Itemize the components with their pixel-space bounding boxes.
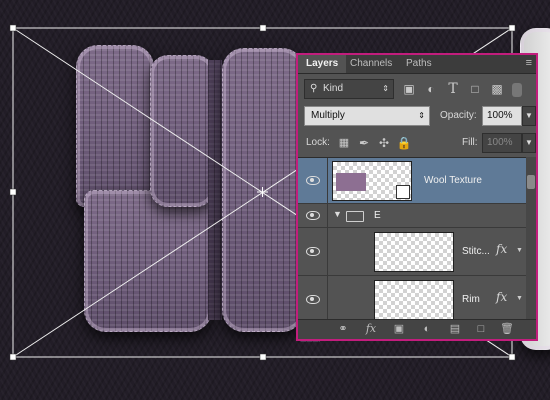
layers-panel: Layers Channels Paths ≡ ⚲ Kind ⇕ ▣ ◐ T □… <box>296 53 538 341</box>
layer-name: Rim <box>462 294 480 305</box>
layer-row-rim[interactable]: Rim fx ▼ <box>298 276 536 323</box>
layer-row-stitches[interactable]: Stitc... fx ▼ <box>298 228 536 276</box>
scrollbar-thumb[interactable] <box>527 175 535 189</box>
fx-expand-chevron-icon[interactable]: ▼ <box>516 295 523 302</box>
lock-image-brush-icon[interactable]: ✒ <box>356 133 372 153</box>
add-mask-icon[interactable]: ▣ <box>392 322 406 336</box>
lock-all-icon[interactable]: 🔒 <box>396 133 412 153</box>
layer-thumbnail <box>374 232 454 272</box>
tab-layers[interactable]: Layers <box>298 55 347 73</box>
lock-row: Lock: ▦ ✒ ✣ 🔒 Fill: 100% ▼ <box>298 132 536 154</box>
transform-handle-bl[interactable] <box>9 353 17 361</box>
updown-arrows-icon: ⇕ <box>382 84 389 93</box>
wool-thumbnail-swatch <box>336 173 366 191</box>
transform-handle-tr[interactable] <box>508 24 516 32</box>
blend-row: Multiply ⇕ Opacity: 100% ▼ <box>298 105 536 127</box>
opacity-label: Opacity: <box>440 110 477 121</box>
layer-thumbnail <box>332 161 412 201</box>
group-expand-chevron-icon[interactable]: ▼ <box>333 209 342 219</box>
delete-layer-trash-icon[interactable]: 🗑 <box>500 322 514 336</box>
opacity-dropdown-button[interactable]: ▼ <box>522 106 536 126</box>
updown-arrows-icon: ⇕ <box>418 111 425 120</box>
filter-shape-icon[interactable]: □ <box>466 79 484 99</box>
layer-row-group-e[interactable]: ▼ E <box>298 204 536 228</box>
tab-channels[interactable]: Channels <box>342 55 400 73</box>
layer-name: Stitc... <box>462 246 490 257</box>
search-icon: ⚲ <box>310 83 318 94</box>
folder-icon <box>346 211 364 222</box>
lock-position-move-icon[interactable]: ✣ <box>376 133 392 153</box>
filter-row: ⚲ Kind ⇕ ▣ ◐ T □ ▩ <box>298 78 536 100</box>
tab-paths[interactable]: Paths <box>398 55 440 73</box>
panel-menu-icon[interactable]: ≡ <box>526 57 532 69</box>
eye-icon <box>306 211 320 220</box>
filter-adjustment-icon[interactable]: ◐ <box>422 79 440 99</box>
transform-handle-bm[interactable] <box>259 353 267 361</box>
blend-mode-select[interactable]: Multiply ⇕ <box>304 106 430 126</box>
layer-thumbnail <box>374 280 454 320</box>
fx-icon[interactable]: fx <box>496 290 507 304</box>
layer-visibility-toggle[interactable] <box>298 158 328 203</box>
blend-mode-value: Multiply <box>311 110 345 121</box>
layer-name: E <box>374 210 381 221</box>
new-group-folder-icon[interactable]: ▤ <box>448 322 462 336</box>
eye-icon <box>306 247 320 256</box>
fx-expand-chevron-icon[interactable]: ▼ <box>516 247 523 254</box>
layer-visibility-toggle[interactable] <box>298 228 328 275</box>
eye-icon <box>306 176 320 185</box>
layer-row-wool-texture[interactable]: Wool Texture <box>298 158 536 204</box>
add-layer-style-fx-icon[interactable]: fx <box>364 322 378 336</box>
layer-name: Wool Texture <box>424 175 482 186</box>
new-layer-icon[interactable]: □ <box>474 322 488 336</box>
lock-label: Lock: <box>306 137 330 148</box>
fill-label: Fill: <box>462 137 478 148</box>
filter-kind-select[interactable]: ⚲ Kind ⇕ <box>304 79 394 99</box>
fill-input[interactable]: 100% <box>482 133 522 153</box>
fill-dropdown-button[interactable]: ▼ <box>522 133 536 153</box>
panel-tabbar: Layers Channels Paths ≡ <box>298 55 536 74</box>
opacity-input[interactable]: 100% <box>482 106 522 126</box>
filter-type-icon[interactable]: T <box>444 79 462 99</box>
transform-handle-br[interactable] <box>508 353 516 361</box>
filter-smartobject-icon[interactable]: ▩ <box>488 79 506 99</box>
filter-kind-label: Kind <box>323 83 344 94</box>
fx-icon[interactable]: fx <box>496 242 507 256</box>
smart-object-icon <box>396 185 410 199</box>
link-layers-icon[interactable]: ⚭ <box>336 322 350 336</box>
layer-visibility-toggle[interactable] <box>298 204 328 227</box>
transform-handle-tm[interactable] <box>259 24 267 32</box>
layers-scrollbar[interactable] <box>526 157 536 322</box>
filter-toggle[interactable] <box>512 83 522 97</box>
lock-transparent-icon[interactable]: ▦ <box>336 133 352 153</box>
transform-handle-tl[interactable] <box>9 24 17 32</box>
layers-list: Wool Texture ▼ E Stitc... fx ▼ Rim fx ▼ <box>298 157 536 323</box>
filter-pixel-icon[interactable]: ▣ <box>400 79 418 99</box>
eye-icon <box>306 295 320 304</box>
new-adjustment-layer-icon[interactable]: ◐ <box>420 322 434 336</box>
layer-visibility-toggle[interactable] <box>298 276 328 322</box>
transform-handle-ml[interactable] <box>9 188 17 196</box>
layers-bottom-toolbar: ⚭ fx ▣ ◐ ▤ □ 🗑 <box>298 319 536 339</box>
